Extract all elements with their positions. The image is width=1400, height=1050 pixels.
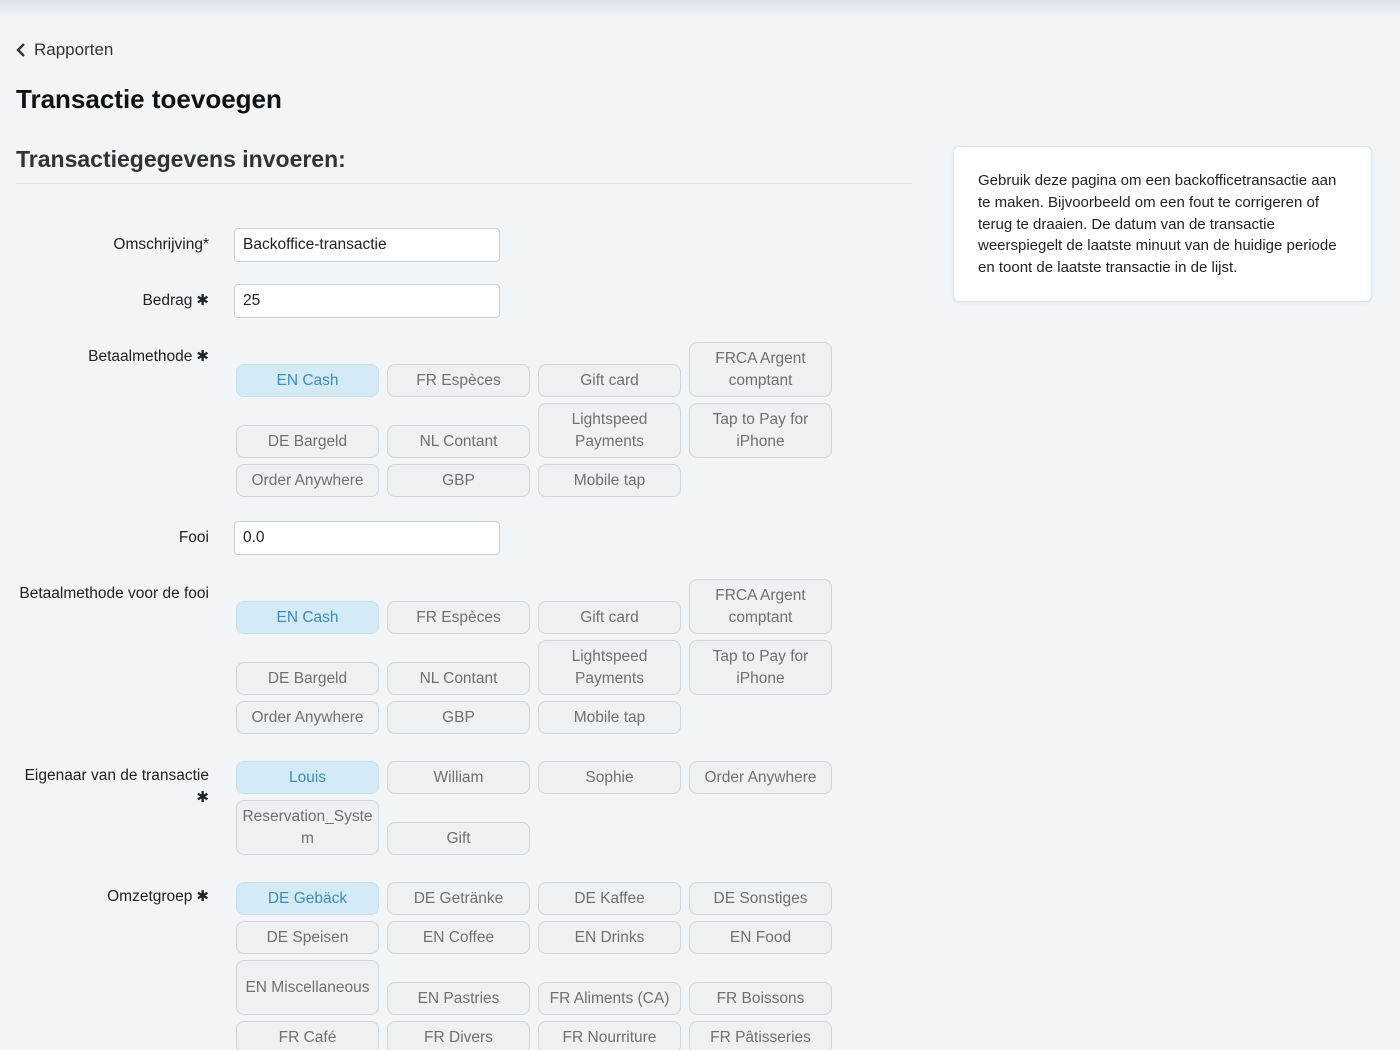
amount-label-text: Bedrag [142,292,193,309]
description-label: Omschrijving* [113,236,209,253]
owner-chip[interactable]: Louis [236,761,379,794]
owner-chip[interactable]: William [387,761,530,794]
tip-payment-method-chip[interactable]: GBP [387,701,530,734]
revenue-group-chip[interactable]: FR Nourriture [538,1021,681,1050]
required-icon: ✱ [196,292,209,309]
section-title: Transactiegegevens invoeren: [16,146,346,172]
payment-method-chip[interactable]: Mobile tap [538,464,681,497]
payment-method-chip[interactable]: Order Anywhere [236,464,379,497]
revenue-group-chip[interactable]: FR Pâtisseries [689,1021,832,1050]
payment-method-chip[interactable]: EN Cash [236,364,379,397]
owner-label: Eigenaar van de transactie ✱ [9,765,209,809]
amount-label: Bedrag ✱ [142,290,209,312]
required-icon: ✱ [196,888,209,905]
revenue-group-chip[interactable]: FR Aliments (CA) [538,982,681,1015]
info-text: Gebruik deze pagina om een backofficetra… [978,172,1337,277]
revenue-group-label: Omzetgroep ✱ [107,886,209,908]
tip-payment-method-chip[interactable]: Gift card [538,601,681,634]
revenue-group-chip[interactable]: DE Sonstiges [689,882,832,915]
payment-method-label-text: Betaalmethode [88,348,193,365]
payment-method-chip[interactable]: FRCA Argent comptant [689,342,832,397]
revenue-group-chip[interactable]: DE Getränke [387,882,530,915]
tip-payment-method-chip[interactable]: EN Cash [236,601,379,634]
tip-payment-method-chip[interactable]: Mobile tap [538,701,681,734]
owner-chip[interactable]: Order Anywhere [689,761,832,794]
owner-chip[interactable]: Reservation_System [236,800,379,855]
payment-method-chip[interactable]: NL Contant [387,425,530,458]
description-input[interactable] [234,228,500,262]
owner-label-text: Eigenaar van de transactie [24,767,209,784]
back-link[interactable]: Rapporten [16,38,113,62]
top-shadow [0,0,1400,18]
revenue-group-chip[interactable]: DE Speisen [236,921,379,954]
info-panel: Gebruik deze pagina om een backofficetra… [953,146,1372,302]
owner-chip[interactable]: Sophie [538,761,681,794]
tip-payment-method-chip[interactable]: Lightspeed Payments [538,640,681,695]
back-link-label: Rapporten [34,40,114,59]
revenue-group-chip[interactable]: EN Food [689,921,832,954]
revenue-group-chip[interactable]: EN Pastries [387,982,530,1015]
revenue-group-chip[interactable]: FR Café [236,1021,379,1050]
chevron-left-icon [16,43,25,57]
tip-payment-method-label: Betaalmethode voor de fooi [19,585,209,602]
revenue-group-chip[interactable]: DE Kaffee [538,882,681,915]
page-title: Transactie toevoegen [16,84,282,114]
revenue-group-chip[interactable]: FR Boissons [689,982,832,1015]
payment-method-chip[interactable]: Gift card [538,364,681,397]
revenue-group-label-text: Omzetgroep [107,888,193,905]
payment-method-chip[interactable]: GBP [387,464,530,497]
tip-payment-method-chip[interactable]: FRCA Argent comptant [689,579,832,634]
required-icon: ✱ [196,789,209,806]
tip-input[interactable] [234,521,500,555]
tip-payment-method-chip[interactable]: Tap to Pay for iPhone [689,640,832,695]
tip-payment-method-chip[interactable]: FR Espèces [387,601,530,634]
payment-method-chip[interactable]: Lightspeed Payments [538,403,681,458]
payment-method-chip[interactable]: Tap to Pay for iPhone [689,403,832,458]
revenue-group-chip[interactable]: DE Gebäck [236,882,379,915]
section-divider [16,183,912,184]
owner-chip[interactable]: Gift [387,822,530,855]
tip-label: Fooi [178,529,209,546]
amount-input[interactable] [234,284,500,318]
revenue-group-chip[interactable]: EN Miscellaneous [236,960,379,1015]
payment-method-chip[interactable]: DE Bargeld [236,425,379,458]
required-icon: ✱ [196,348,209,365]
tip-payment-method-chip[interactable]: DE Bargeld [236,662,379,695]
revenue-group-chip[interactable]: FR Divers [387,1021,530,1050]
payment-method-chip[interactable]: FR Espèces [387,364,530,397]
tip-payment-method-chip[interactable]: NL Contant [387,662,530,695]
tip-payment-method-chip[interactable]: Order Anywhere [236,701,379,734]
payment-method-label: Betaalmethode ✱ [88,346,209,368]
revenue-group-chip[interactable]: EN Drinks [538,921,681,954]
revenue-group-chip[interactable]: EN Coffee [387,921,530,954]
